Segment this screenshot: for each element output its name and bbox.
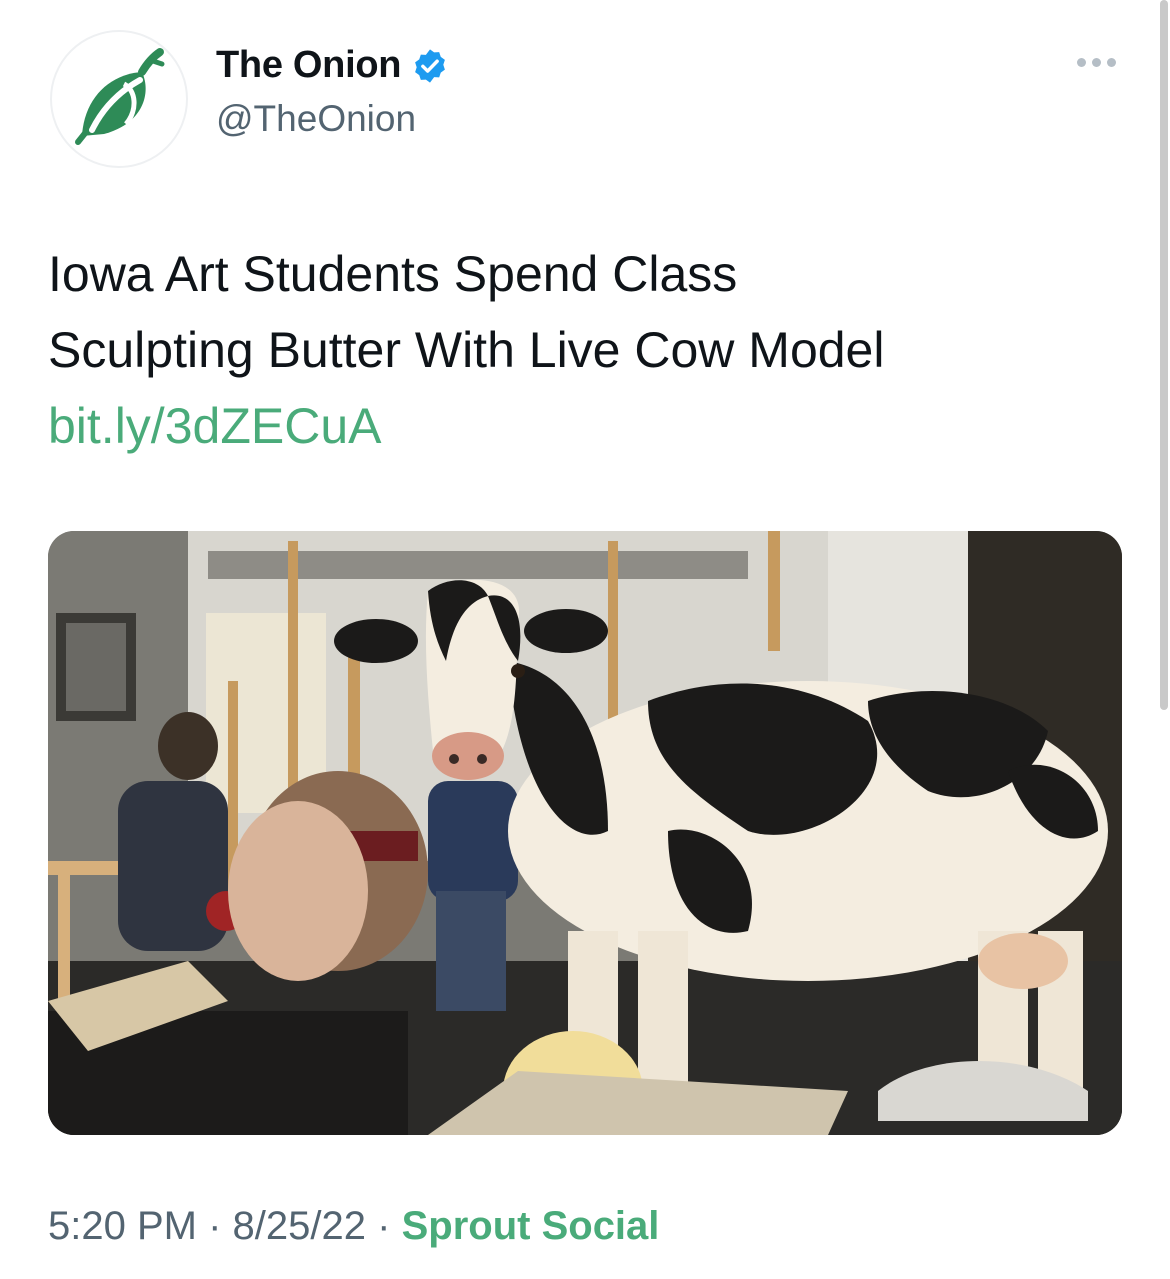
more-options-icon[interactable]	[1077, 58, 1116, 67]
scrollbar[interactable]	[1160, 0, 1168, 710]
author-handle[interactable]: @TheOnion	[216, 98, 416, 140]
tweet-time[interactable]: 5:20 PM	[48, 1204, 197, 1248]
dot	[1092, 58, 1101, 67]
tweet: The Onion @TheOnion Iowa Art Students Sp…	[0, 0, 1170, 1279]
tweet-link[interactable]: bit.ly/3dZECuA	[48, 388, 1108, 464]
onion-logo-icon	[75, 48, 165, 145]
avatar[interactable]	[50, 30, 188, 168]
author-name-row[interactable]: The Onion	[216, 44, 449, 87]
meta-separator-2: ·	[377, 1204, 391, 1248]
cow-art-class-photo	[48, 531, 1122, 1135]
tweet-media-photo[interactable]	[48, 531, 1122, 1135]
tweet-source[interactable]: Sprout Social	[402, 1204, 660, 1248]
tweet-meta: 5:20 PM · 8/25/22 · Sprout Social	[48, 1204, 659, 1249]
meta-separator-1: ·	[208, 1204, 222, 1248]
tweet-text: Iowa Art Students Spend Class Sculpting …	[48, 236, 1108, 464]
tweet-text-line-1: Iowa Art Students Spend Class	[48, 246, 738, 302]
display-name[interactable]: The Onion	[216, 44, 401, 87]
verified-badge-icon	[415, 48, 446, 83]
tweet-date[interactable]: 8/25/22	[233, 1204, 366, 1248]
dot	[1107, 58, 1116, 67]
dot	[1077, 58, 1086, 67]
tweet-text-line-2: Sculpting Butter With Live Cow Model	[48, 322, 885, 378]
